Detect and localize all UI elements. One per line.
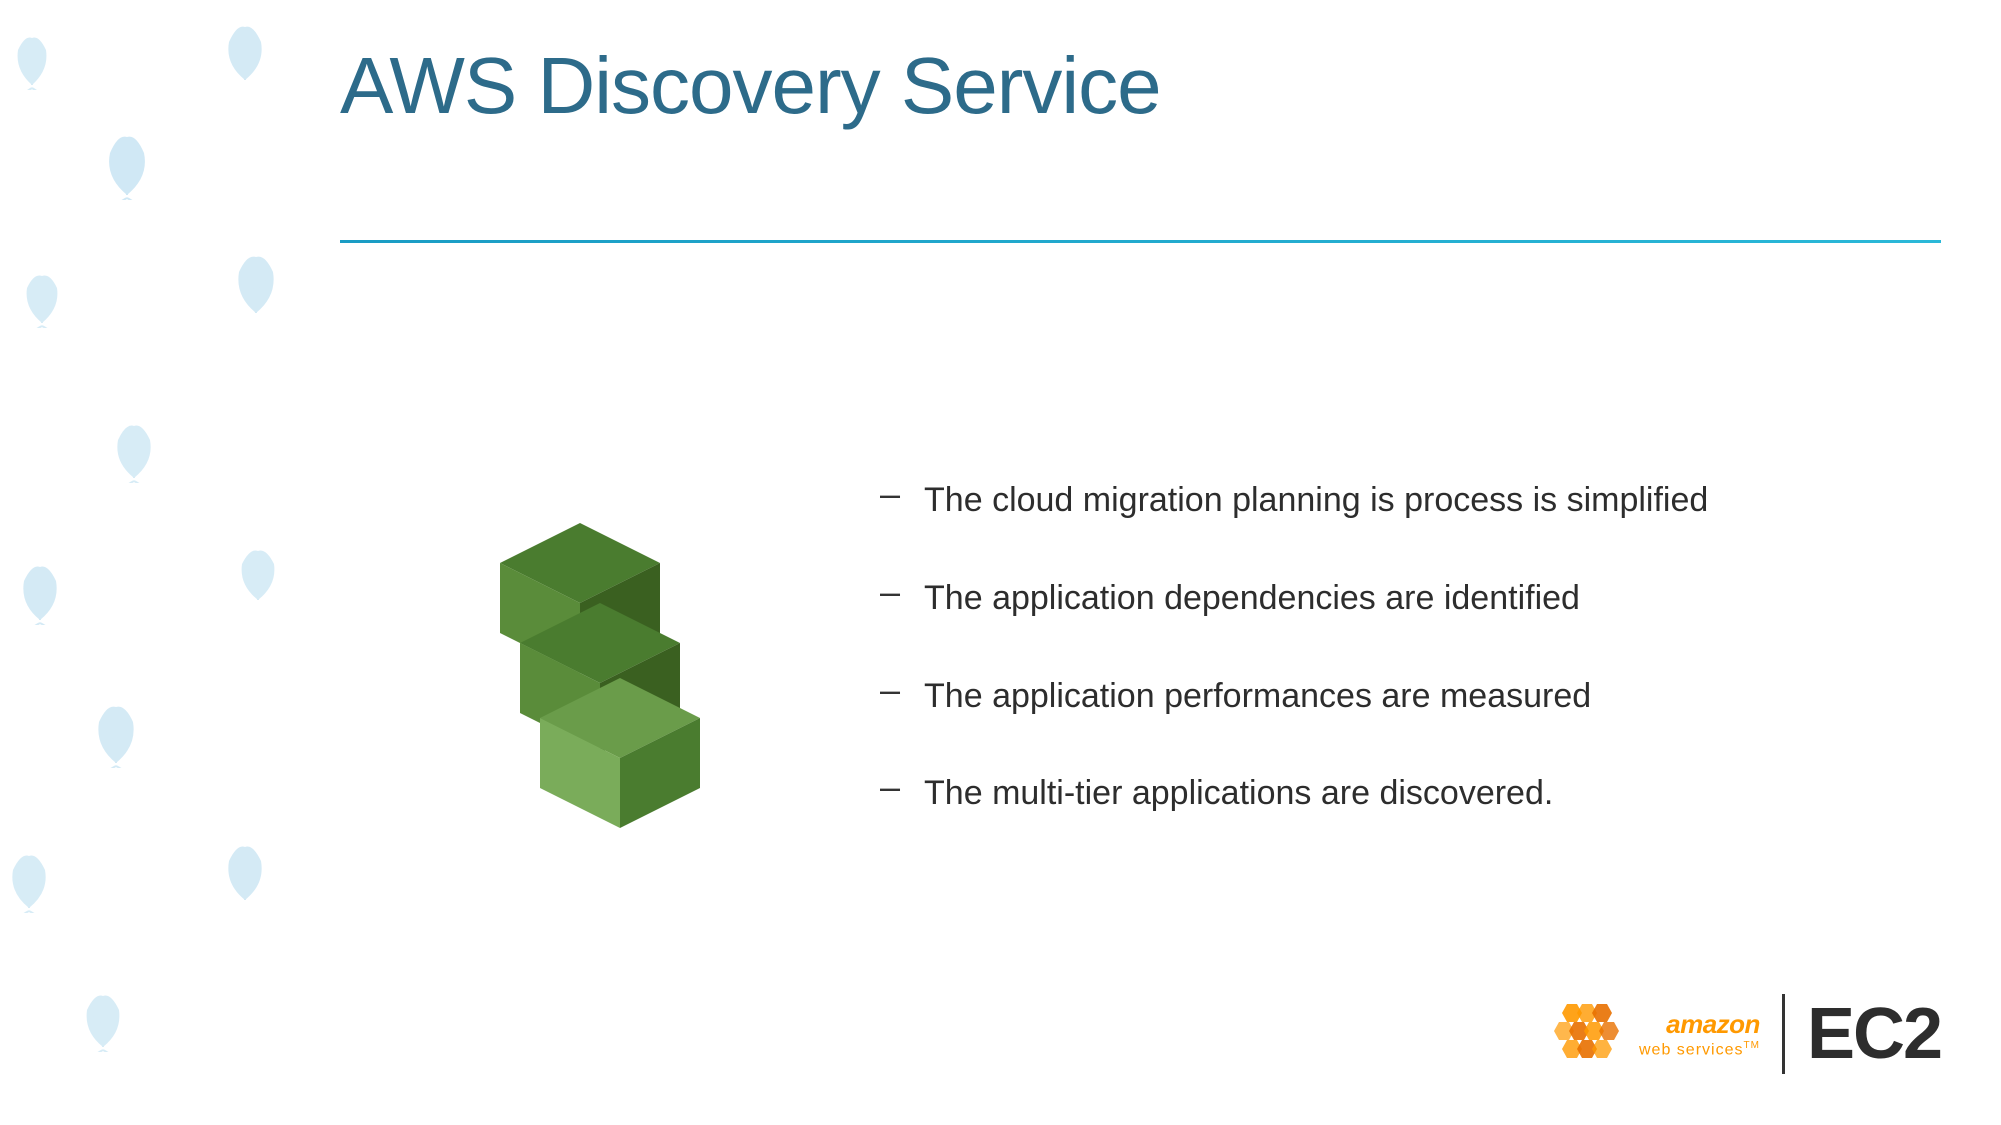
bullet-text-3: The application performances are measure… <box>924 673 1591 721</box>
webservices-label: web servicesTM <box>1639 1040 1760 1059</box>
leaf-pattern <box>0 0 340 1125</box>
leaf-icon <box>235 545 281 605</box>
leaf-icon <box>230 250 282 318</box>
bullet-dash-4: – <box>880 766 900 808</box>
amazon-webservices-text-area: amazon web servicesTM <box>1639 1009 1760 1059</box>
content-area: – The cloud migration planning is proces… <box>340 280 1941 1045</box>
leaf-icon <box>220 840 270 905</box>
leaf-icon <box>100 130 155 200</box>
leaf-icon <box>220 20 270 85</box>
leaf-icon <box>80 990 127 1052</box>
bullet-dash-1: – <box>880 473 900 515</box>
bullet-dash-3: – <box>880 669 900 711</box>
leaf-icon <box>15 560 65 625</box>
logo-vertical-divider <box>1782 994 1785 1074</box>
slide-container: AWS Discovery Service <box>0 0 2001 1125</box>
ec2-label: EC2 <box>1807 993 1941 1075</box>
bullets-area: – The cloud migration planning is proces… <box>820 457 1941 867</box>
divider-line <box>340 240 1941 243</box>
bullet-item-3: – The application performances are measu… <box>880 673 1941 721</box>
aws-service-icon-area <box>340 483 820 843</box>
aws-ec2-logo: amazon web servicesTM EC2 <box>1547 993 1941 1075</box>
slide-title: AWS Discovery Service <box>340 40 1941 132</box>
bullet-text-4: The multi-tier applications are discover… <box>924 770 1553 818</box>
bullet-item-2: – The application dependencies are ident… <box>880 575 1941 623</box>
bullet-item-4: – The multi-tier applications are discov… <box>880 770 1941 818</box>
leaf-icon <box>110 420 158 483</box>
bullet-dash-2: – <box>880 571 900 613</box>
title-area: AWS Discovery Service <box>340 40 1941 132</box>
leaf-icon <box>10 30 55 90</box>
bullet-text-2: The application dependencies are identif… <box>924 575 1580 623</box>
leaf-icon <box>5 850 53 913</box>
bullet-text-1: The cloud migration planning is process … <box>924 477 1708 525</box>
leaf-icon <box>20 270 65 328</box>
aws-dynamodb-icon <box>420 503 740 843</box>
aws-honeycomb-icon <box>1547 999 1627 1069</box>
amazon-label: amazon <box>1666 1009 1760 1040</box>
leaf-icon <box>90 700 143 768</box>
bullet-item-1: – The cloud migration planning is proces… <box>880 477 1941 525</box>
